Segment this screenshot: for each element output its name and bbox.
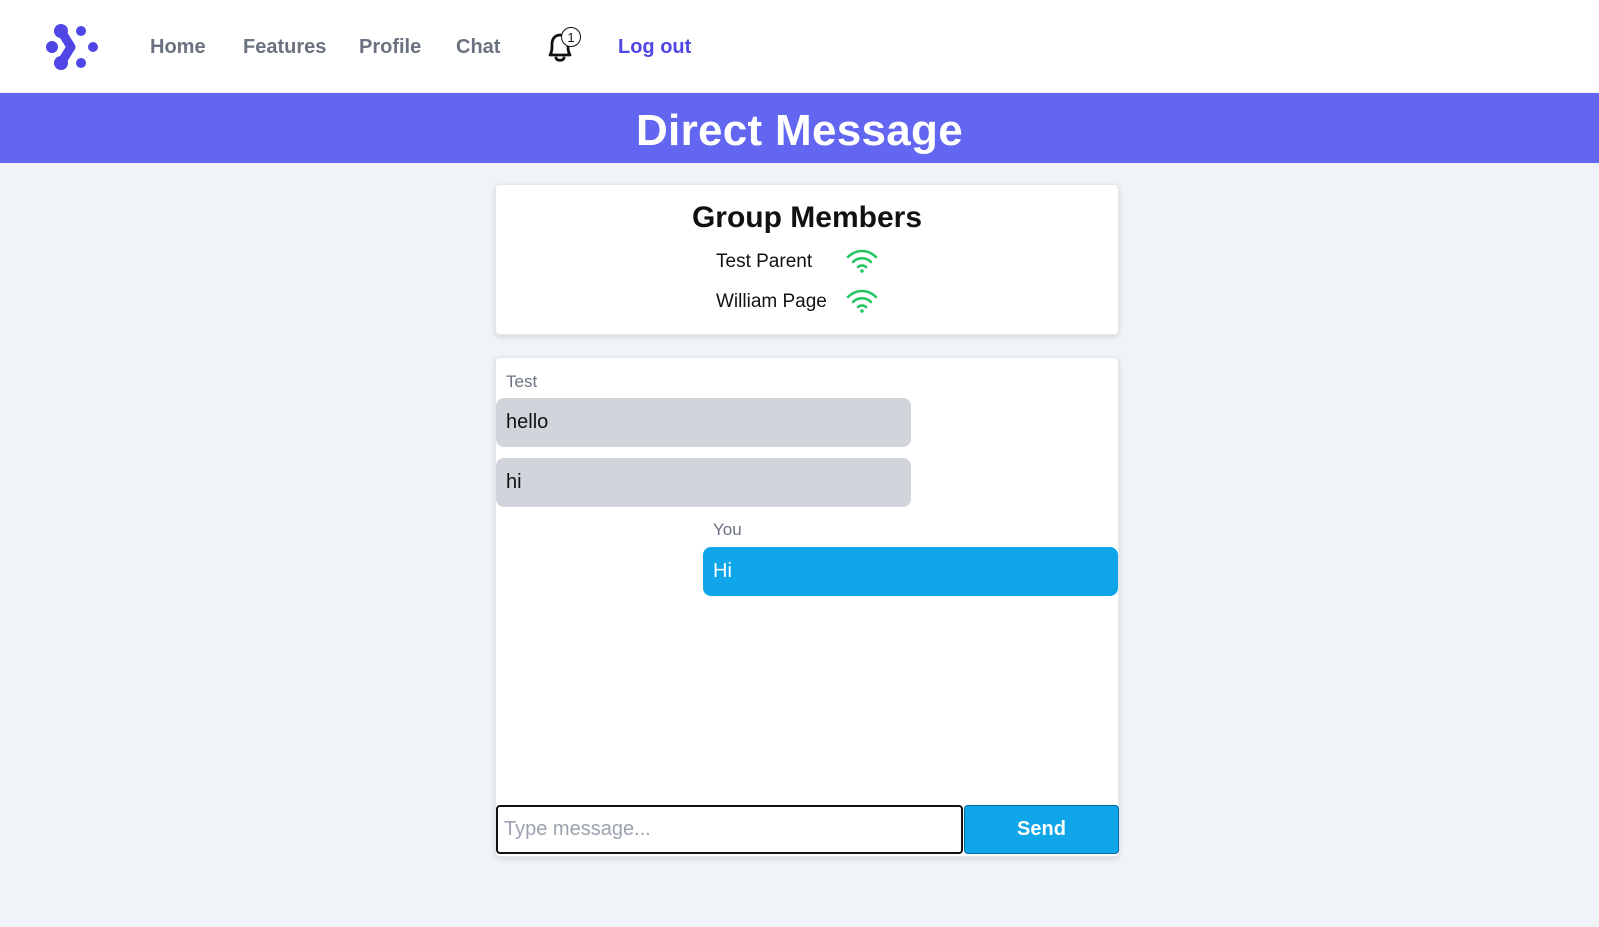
- page-title: Direct Message: [635, 106, 964, 155]
- nav-home-link[interactable]: Home: [150, 36, 206, 59]
- member-name: William Page: [716, 291, 827, 312]
- outgoing-sender-label: You: [713, 520, 742, 539]
- message-input[interactable]: [496, 805, 963, 854]
- group-members-card: Group Members Test Parent William Page: [495, 184, 1119, 335]
- member-item: William Page: [716, 288, 916, 318]
- incoming-message-bubble: hi: [496, 458, 911, 507]
- logout-link[interactable]: Log out: [618, 36, 691, 59]
- incoming-sender-label: Test: [506, 372, 538, 391]
- chat-window: Test hello hi You Hi Send: [495, 357, 1119, 857]
- send-button[interactable]: Send: [964, 805, 1119, 854]
- group-members-title: Group Members: [691, 201, 923, 234]
- nav-chat-link[interactable]: Chat: [456, 36, 500, 59]
- nav-features-link[interactable]: Features: [243, 36, 326, 59]
- notification-badge[interactable]: 1: [561, 27, 581, 47]
- member-name: Test Parent: [716, 251, 813, 272]
- wifi-icon: [846, 249, 878, 273]
- member-item: Test Parent: [716, 248, 916, 278]
- incoming-message-bubble: hello: [496, 398, 911, 447]
- top-navigation: Home Features Profile Chat 1 Log out: [0, 0, 1599, 92]
- page-banner: Direct Message: [0, 93, 1599, 163]
- nav-profile-link[interactable]: Profile: [359, 36, 421, 59]
- outgoing-message-bubble: Hi: [703, 547, 1118, 596]
- wifi-icon: [846, 289, 878, 313]
- logo-icon[interactable]: [45, 22, 100, 72]
